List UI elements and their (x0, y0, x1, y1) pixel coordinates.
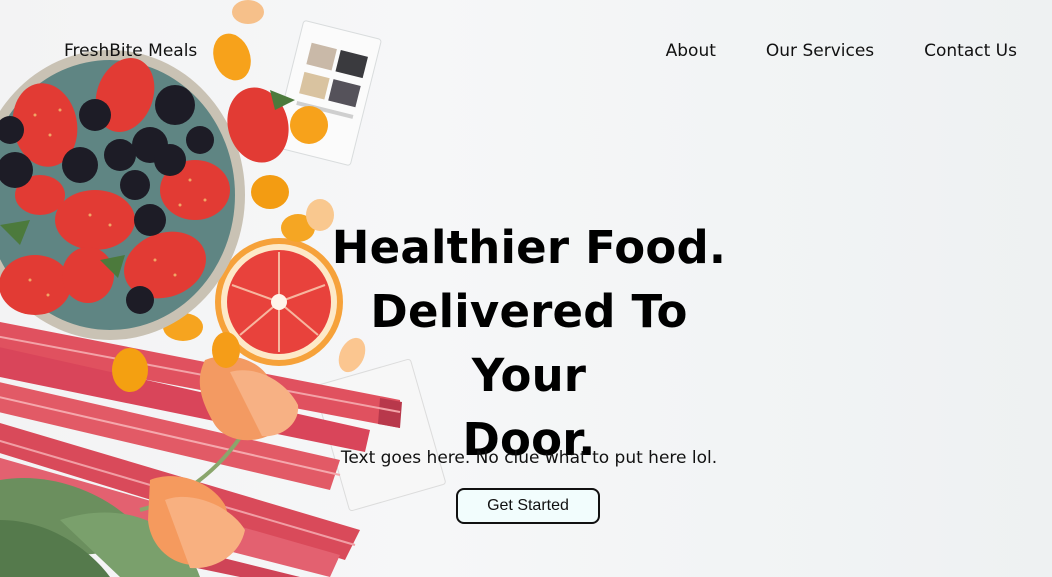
brand-logo-link[interactable]: FreshBite Meals (64, 40, 197, 62)
nav-link-our-services[interactable]: Our Services (766, 40, 874, 62)
nav-link-contact-us[interactable]: Contact Us (924, 40, 1017, 62)
nav-link-about[interactable]: About (666, 40, 716, 62)
hero-section: Healthier Food. Delivered To Your Door. (329, 216, 729, 472)
recipe-card-image (272, 20, 382, 166)
hero-headline: Healthier Food. Delivered To Your Door. (329, 216, 729, 472)
hero-headline-line-1: Healthier Food. (331, 221, 727, 274)
hero-headline-line-2: Delivered To Your (370, 285, 688, 402)
hero-subtext: Text goes here. No clue what to put here… (340, 448, 718, 468)
get-started-button[interactable]: Get Started (456, 488, 600, 524)
top-nav: About Our Services Contact Us (666, 40, 1017, 62)
landing-page: FreshBite Meals About Our Services Conta… (0, 0, 1052, 577)
